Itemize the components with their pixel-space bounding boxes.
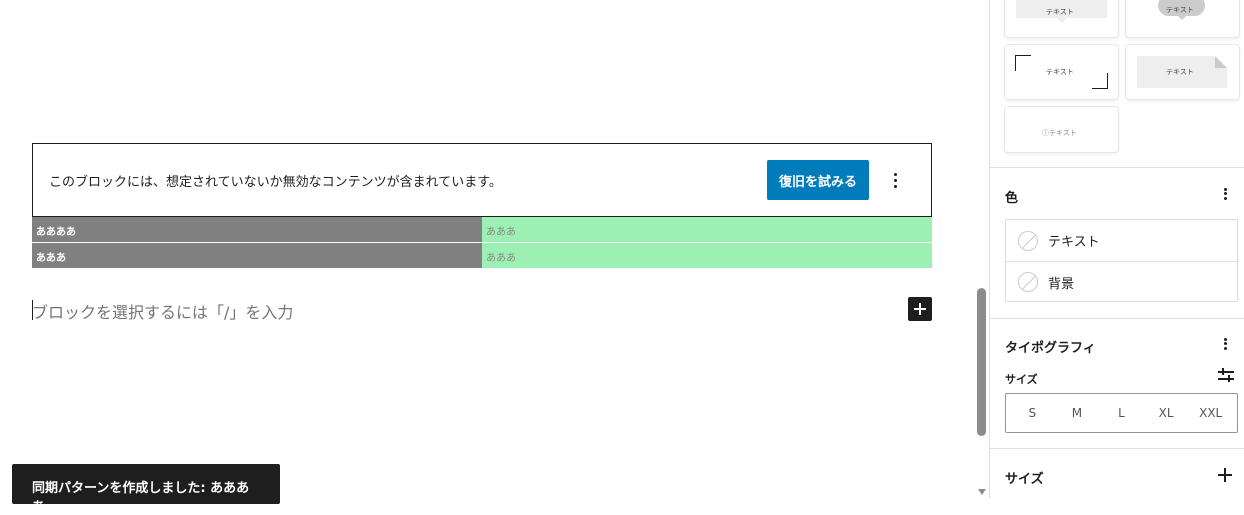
size-panel-title: サイズ: [1005, 472, 1044, 487]
color-settings-list: テキスト 背景: [1005, 219, 1238, 302]
style-tile-balloon-box[interactable]: テキスト: [1005, 0, 1118, 37]
warning-message: このブロックには、想定されていないか無効なコンテンツが含まれています。: [49, 174, 502, 190]
typography-panel-title: タイポグラフィ: [1005, 341, 1096, 356]
style-tile-folded-corner[interactable]: テキスト: [1126, 45, 1239, 99]
color-item-background[interactable]: 背景: [1006, 261, 1237, 302]
block-placeholder[interactable]: ブロックを選択するには「/」を入力: [32, 299, 293, 323]
table-row[interactable]: ああああ あああ: [32, 217, 932, 242]
style-tile-balloon-round[interactable]: テキスト: [1126, 0, 1239, 37]
invalid-block-warning: このブロックには、想定されていないか無効なコンテンツが含まれています。 復旧を試…: [32, 143, 932, 217]
divider: [989, 167, 1244, 168]
empty-swatch-icon: [1018, 230, 1038, 251]
table-cell-value[interactable]: あああ: [482, 217, 932, 242]
style-tile-label: ⓘテキスト: [1042, 129, 1077, 137]
font-size-option[interactable]: S: [1010, 406, 1055, 420]
attempt-recovery-button[interactable]: 復旧を試みる: [767, 160, 869, 200]
scrollbar-thumb[interactable]: [977, 288, 986, 436]
font-size-option[interactable]: M: [1055, 406, 1100, 420]
style-tile-label: テキスト: [1046, 8, 1074, 16]
font-size-option[interactable]: L: [1099, 406, 1144, 420]
custom-size-settings-icon[interactable]: [1218, 367, 1234, 383]
font-size-label: サイズ: [1005, 373, 1038, 386]
color-item-label: テキスト: [1048, 235, 1100, 250]
add-block-icon[interactable]: [908, 297, 932, 321]
font-size-option[interactable]: XL: [1144, 406, 1189, 420]
table-cell-head[interactable]: ああああ: [32, 217, 482, 242]
scroll-down-icon[interactable]: [978, 489, 986, 495]
color-item-label: 背景: [1048, 276, 1075, 292]
divider: [989, 448, 1244, 449]
style-tile-corner-frame[interactable]: テキスト: [1005, 45, 1118, 99]
add-size-icon[interactable]: [1218, 468, 1232, 482]
typography-options-icon[interactable]: [1224, 336, 1227, 351]
font-size-picker: S M L XL XXL: [1005, 393, 1238, 433]
editor-canvas: このブロックには、想定されていないか無効なコンテンツが含まれています。 復旧を試…: [0, 0, 975, 515]
font-size-option[interactable]: XXL: [1188, 406, 1233, 420]
color-panel-title: 色: [1005, 191, 1019, 206]
empty-swatch-icon: [1018, 272, 1038, 292]
snackbar-notice[interactable]: 同期パターンを作成しました: ああああ: [12, 464, 280, 515]
divider: [989, 318, 1244, 319]
table-cell-head[interactable]: あああ: [32, 243, 482, 268]
more-options-icon[interactable]: [883, 168, 907, 192]
table-row[interactable]: あああ あああ: [32, 243, 932, 268]
style-tile-label: テキスト: [1046, 68, 1074, 76]
style-tile-label: テキスト: [1166, 68, 1194, 76]
style-tile-label: テキスト: [1166, 6, 1194, 14]
style-tile-info[interactable]: ⓘテキスト: [1005, 107, 1118, 152]
table-cell-value[interactable]: あああ: [482, 243, 932, 268]
color-item-text[interactable]: テキスト: [1006, 220, 1237, 261]
color-options-icon[interactable]: [1224, 186, 1227, 201]
editor-scrollbar[interactable]: [975, 0, 989, 499]
